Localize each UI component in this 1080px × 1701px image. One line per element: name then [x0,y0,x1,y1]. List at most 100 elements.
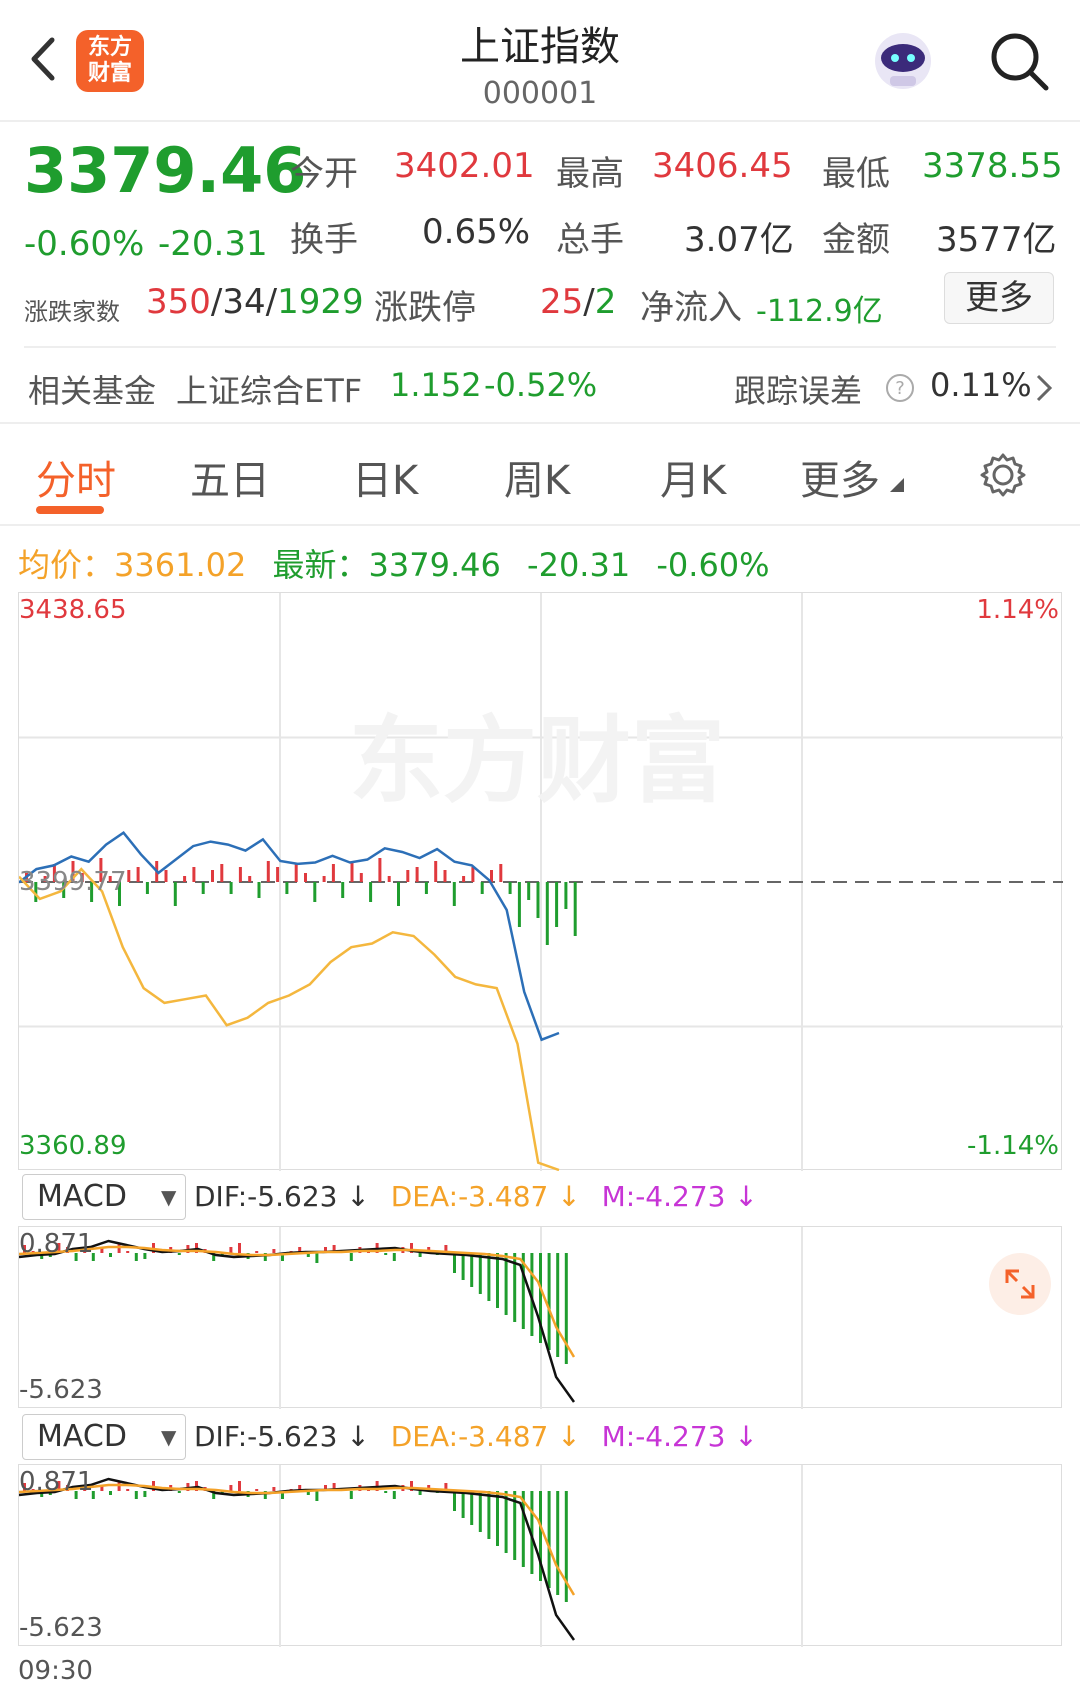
volume-bar [480,882,484,894]
volume-bar [443,870,447,882]
macd-histogram-bar [134,1491,138,1499]
volume-bar [145,882,149,894]
tracking-error-value: 0.11% [930,366,1032,404]
fund-price: 1.152 [390,366,482,404]
limit-label: 涨跌停 [374,288,476,328]
search-icon[interactable] [988,30,1052,94]
turnover-label: 换手 [290,220,358,260]
volume-bar [397,882,400,906]
macd-top-label: 0.871 [19,1229,94,1259]
macd-histogram-bar [384,1253,388,1255]
macd-histogram-bar [487,1491,491,1539]
macd-histogram-bar [177,1253,181,1255]
help-icon[interactable]: ? [884,372,916,404]
volume-bar [211,870,214,882]
tab-weekly-k[interactable]: 周K [504,448,570,506]
volume-bar [434,861,438,882]
fund-name: 上证综合ETF [176,372,363,410]
intraday-chart-svg [19,593,1063,1171]
volume-label: 总手 [556,220,624,260]
low-value: 3378.55 [922,146,1063,186]
chevron-right-icon [1036,374,1053,402]
change-pct: -0.60% [24,224,145,264]
macd-chart-2-svg [19,1465,803,1647]
volume-bar [406,870,410,882]
volume-bar [322,876,326,882]
current-price: 3379.46 [24,134,307,207]
macd-histogram-bar [143,1253,147,1259]
low-label: 最低 [822,154,890,194]
volume-bar [183,876,187,882]
intraday-chart[interactable]: 东方财富 3438.65 3360.89 1.14% -1.14% 3399.7… [18,592,1063,1171]
macd-histogram-bar [238,1243,241,1253]
chart-info-bar: 均价：3361.02 最新：3379.46 -20.31 -0.60% [18,546,770,584]
volume-bar [229,882,233,894]
macd-histogram-bar [255,1489,259,1491]
netflow-value: -112.9亿 [756,294,883,329]
watermark: 东方财富 [349,707,726,816]
volume-bar [527,882,531,900]
macd-chart-2[interactable]: 0.871 -5.623 [18,1464,1062,1647]
volume-bar [136,867,140,882]
macd-histogram-bar [109,1253,112,1257]
macd-histogram-bar [470,1253,474,1287]
macd-histogram-bar [349,1491,353,1499]
volume-bar [564,882,568,909]
tab-more[interactable]: 更多 [800,448,880,506]
tab-daily-k[interactable]: 日K [352,448,418,506]
dea-line [19,1245,576,1358]
macd-histogram-bar [453,1491,456,1511]
volume-bar [378,858,382,882]
macd-chart-1[interactable]: 0.871 -5.623 [18,1226,1062,1409]
volume-bar [359,873,363,882]
volume-bar [471,867,475,882]
macd-histogram-bar [229,1485,233,1491]
volume-bar [201,882,205,894]
macd-histogram-bar [496,1253,499,1308]
macd-histogram-bar [392,1253,396,1261]
dropdown-corner-icon [890,478,904,492]
macd-values-1: DIF:-5.623 ↓ DEA:-3.487 ↓ M:-4.273 ↓ [194,1180,758,1213]
macd-histogram-bar [238,1481,241,1491]
macd-bottom-label: -5.623 [19,1375,103,1405]
more-quote-button[interactable]: 更多 [944,272,1054,324]
y-axis-top-label: 3438.65 [19,595,127,625]
high-label: 最高 [556,154,624,194]
volume-bar [304,873,307,882]
macd-selector-1[interactable]: MACD ▼ [22,1174,186,1220]
expand-button[interactable] [989,1253,1051,1315]
settings-gear-icon[interactable] [978,450,1028,500]
volume-bar [294,864,298,882]
volume-bar [248,876,252,882]
high-value: 3406.45 [652,146,793,186]
open-label: 今开 [290,154,358,194]
macd-histogram-bar [547,1491,551,1588]
macd-histogram-bar [478,1491,482,1532]
volume-bar [517,882,521,927]
tab-intraday[interactable]: 分时 [36,448,116,506]
macd-histogram-bar [478,1253,482,1294]
macd-histogram-bar [453,1253,456,1273]
tracking-error-label: 跟踪误差 [734,372,863,410]
related-fund-row[interactable]: 相关基金 上证综合ETF 1.152 -0.52% 跟踪误差 ? 0.11% [0,352,1080,422]
volume-bar [164,870,168,882]
macd-histogram-bar [315,1491,319,1501]
volume-bar [545,882,549,945]
macd-selector-2[interactable]: MACD ▼ [22,1414,186,1460]
pct-axis-top-label: 1.14% [976,595,1059,625]
change-amount: -20.31 [158,224,268,264]
macd-histogram-bar [487,1253,491,1301]
volume-bar [462,876,466,882]
macd-histogram-bar [547,1253,551,1350]
time-axis-start: 09:30 [18,1656,93,1686]
robot-assistant-icon[interactable] [870,28,936,94]
macd-chart-1-svg [19,1227,803,1409]
open-value: 3402.01 [394,146,535,186]
limit-values: 25/2 [540,282,617,322]
breadth-values: 350/34/1929 [146,282,364,322]
volume-bar [266,861,270,882]
tab-monthly-k[interactable]: 月K [660,448,726,506]
tab-five-day[interactable]: 五日 [190,448,270,506]
volume-bar [341,882,345,898]
macd-histogram-bar [461,1253,465,1280]
